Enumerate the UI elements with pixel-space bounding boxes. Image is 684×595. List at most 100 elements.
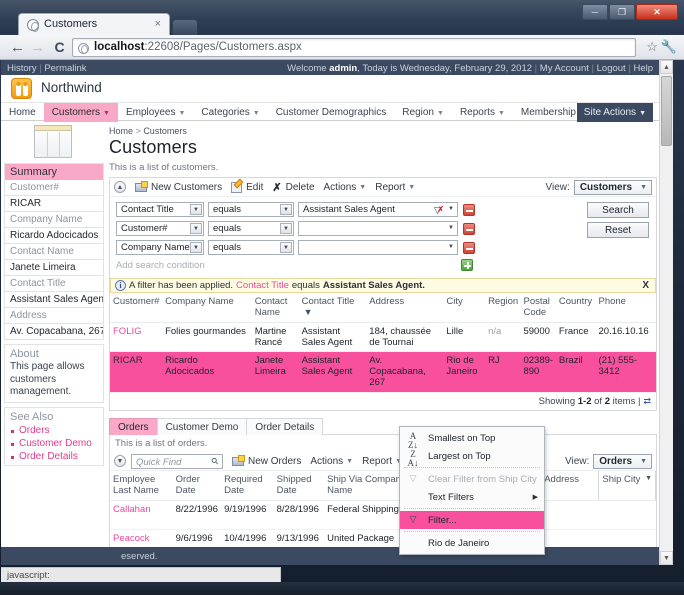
collapse-toggle-icon[interactable]: ▲: [114, 181, 126, 193]
filter-field-select-1[interactable]: Customer# ▼: [116, 221, 204, 236]
nav-item-employees[interactable]: Employees ▼: [118, 103, 193, 122]
sidebar-link-orders[interactable]: Orders: [4, 423, 104, 437]
sidebar-link-customer-demo[interactable]: Customer Demo: [4, 436, 104, 450]
search-button[interactable]: Search: [587, 202, 649, 218]
help-link[interactable]: Help: [633, 63, 653, 74]
delete-button[interactable]: ✗ Delete: [272, 181, 314, 194]
scroll-up-arrow-icon[interactable]: ▲: [660, 60, 673, 74]
col-header-address[interactable]: Address: [366, 293, 444, 323]
search-icon[interactable]: ⚲: [209, 455, 221, 467]
menu-item-value-rio-de-janeiro[interactable]: Rio de Janeiro: [400, 534, 544, 552]
filter-field-select-2[interactable]: Company Name ▼: [116, 240, 204, 255]
reload-icon[interactable]: C: [50, 38, 69, 57]
quick-find-input[interactable]: Quick Find ⚲: [131, 453, 223, 469]
filter-operator-select-0[interactable]: equals ▼: [208, 202, 294, 217]
col-header-company-name[interactable]: Company Name: [162, 293, 252, 323]
scrollbar-thumb[interactable]: [661, 76, 672, 146]
col-header-country[interactable]: Country: [555, 293, 596, 323]
remove-condition-button-0[interactable]: [463, 203, 475, 216]
report-menu-button[interactable]: Report ▼: [375, 182, 415, 193]
collapse-toggle-icon[interactable]: ▼: [114, 455, 126, 467]
bookmark-star-icon[interactable]: ☆: [646, 39, 658, 55]
logout-link[interactable]: Logout: [597, 63, 626, 74]
nav-item-region[interactable]: Region ▼: [394, 103, 452, 122]
scroll-down-arrow-icon[interactable]: ▼: [660, 551, 673, 565]
cell-customer-number[interactable]: FOLIG: [110, 322, 163, 352]
orders-report-menu-button[interactable]: Report▼: [362, 456, 402, 467]
actions-menu-button[interactable]: Actions ▼: [324, 182, 367, 193]
col-header-postal-code[interactable]: Postal Code: [520, 293, 556, 323]
remove-condition-button-1[interactable]: [463, 222, 475, 235]
nav-item-categories[interactable]: Categories ▼: [193, 103, 267, 122]
address-bar[interactable]: localhost:22608/Pages/Customers.aspx: [72, 38, 636, 57]
filter-value-input-0[interactable]: Assistant Sales Agent ▽ ✗ ▼: [298, 202, 458, 217]
col-header-employee-last-name[interactable]: Employee Last Name: [110, 471, 173, 501]
col-header-city[interactable]: City: [443, 293, 486, 323]
col-header-region[interactable]: Region: [485, 293, 521, 323]
table-row[interactable]: FOLIG Folies gourmandes Martine Rancé As…: [110, 322, 656, 352]
tab-order-details[interactable]: Order Details: [246, 418, 324, 435]
edit-button[interactable]: Edit: [231, 181, 263, 193]
site-actions-button[interactable]: Site Actions ▼: [576, 103, 653, 122]
filter-operator-select-1[interactable]: equals ▼: [208, 221, 294, 236]
menu-item-largest-on-top[interactable]: Z A↓ Largest on Top: [400, 447, 544, 468]
nav-item-reports[interactable]: Reports ▼: [452, 103, 513, 122]
tab-orders[interactable]: Orders: [109, 418, 158, 435]
col-header-contact-name[interactable]: Contact Name: [251, 293, 299, 323]
remove-condition-button-2[interactable]: [463, 241, 475, 254]
col-header-order-date[interactable]: Order Date: [172, 471, 222, 501]
cell-employee-last-name[interactable]: Callahan: [110, 500, 173, 530]
cell-customer-number[interactable]: RICAR: [110, 351, 163, 392]
nav-item-customer-demographics[interactable]: Customer Demographics: [268, 103, 395, 122]
breadcrumb-current[interactable]: Customers: [143, 126, 187, 136]
northwind-logo-icon: [11, 78, 32, 99]
filter-operator-select-2[interactable]: equals ▼: [208, 240, 294, 255]
filter-value-input-2[interactable]: ▼: [298, 240, 458, 255]
col-header-customer-number[interactable]: Customer#: [110, 293, 163, 323]
browser-tab-customers[interactable]: Customers ×: [18, 13, 170, 36]
info-icon: i: [115, 280, 126, 291]
filter-funnel-icon[interactable]: ▼: [304, 307, 313, 317]
nav-item-home[interactable]: Home: [1, 103, 44, 122]
chevron-down-icon[interactable]: ▼: [645, 475, 652, 482]
close-banner-icon[interactable]: X: [642, 280, 651, 291]
add-condition-button[interactable]: [461, 259, 473, 271]
orders-actions-menu-button[interactable]: Actions ▼: [310, 456, 353, 467]
ship-city-column-menu[interactable]: A Z↓ Smallest on Top Z A↓ Largest on Top ▽…: [399, 426, 545, 555]
col-header-contact-title[interactable]: Contact Title▼: [298, 293, 367, 323]
back-icon[interactable]: ←: [8, 38, 27, 57]
add-condition-placeholder[interactable]: Add search condition: [116, 260, 461, 271]
tab-customer-demo[interactable]: Customer Demo: [156, 418, 248, 435]
filter-value-input-1[interactable]: ▼: [298, 221, 458, 236]
clear-filter-icon[interactable]: ▽ ✗: [432, 204, 444, 216]
view-select-customers[interactable]: Customers ▼: [573, 179, 652, 195]
col-header-phone[interactable]: Phone: [595, 293, 656, 323]
menu-item-filter[interactable]: ▽ Filter...: [400, 511, 544, 529]
breadcrumb-home[interactable]: Home: [109, 126, 133, 136]
my-account-link[interactable]: My Account: [540, 63, 589, 74]
refresh-icon[interactable]: ⇄: [643, 396, 651, 407]
col-header-required-date[interactable]: Required Date: [221, 471, 274, 501]
new-tab-button[interactable]: [172, 19, 198, 36]
sidebar-link-order-details[interactable]: Order Details: [4, 449, 104, 466]
nav-item-customers[interactable]: Customers ▼: [43, 103, 118, 122]
table-row[interactable]: Callahan 8/22/1996 9/19/1996 8/28/1996 F…: [110, 500, 656, 530]
table-row[interactable]: RICAR Ricardo Adocicados Janete Limeira …: [110, 351, 656, 392]
view-select-orders[interactable]: Orders ▼: [593, 453, 652, 469]
col-header-shipped-date[interactable]: Shipped Date: [273, 471, 325, 501]
page-scrollbar[interactable]: ▲ ▼: [659, 60, 673, 565]
close-icon[interactable]: ×: [155, 18, 161, 30]
new-customers-button[interactable]: New Customers: [135, 180, 222, 193]
permalink-link[interactable]: Permalink: [44, 63, 86, 74]
wrench-menu-icon[interactable]: 🔧: [661, 39, 677, 55]
filter-field-select-0[interactable]: Contact Title ▼: [116, 202, 204, 217]
menu-item-text-filters[interactable]: Text Filters ▶: [400, 488, 544, 506]
nav-item-membership[interactable]: Membership: [513, 103, 584, 122]
reset-button[interactable]: Reset: [587, 222, 649, 238]
history-link[interactable]: History: [7, 63, 37, 74]
menu-item-smallest-on-top[interactable]: A Z↓ Smallest on Top: [400, 429, 544, 450]
new-orders-button[interactable]: New Orders: [232, 454, 301, 467]
col-header-ship-city[interactable]: Ship City ▼: [598, 471, 656, 501]
banner-field[interactable]: Contact Title: [236, 280, 289, 291]
forward-icon[interactable]: →: [28, 38, 47, 57]
